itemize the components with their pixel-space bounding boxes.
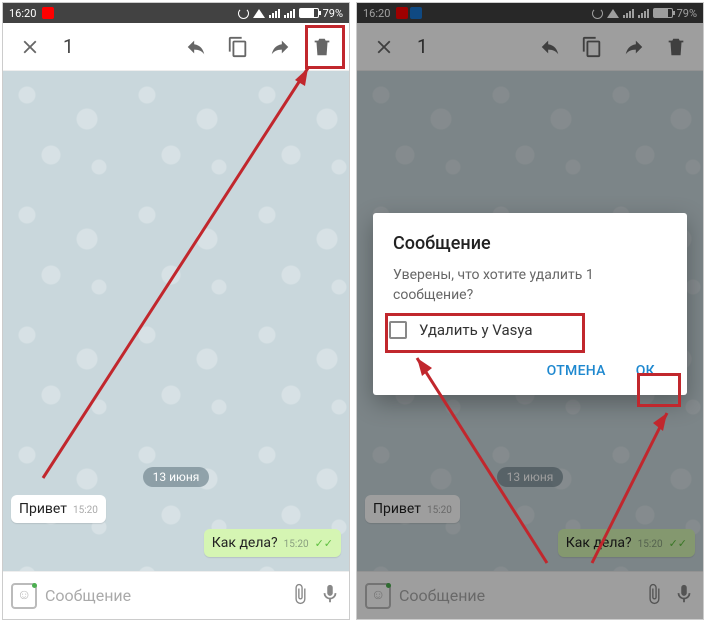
emoji-button[interactable] <box>11 583 37 609</box>
delete-for-other-row[interactable]: Удалить у Vasya <box>389 321 667 339</box>
selection-count: 1 <box>63 35 173 58</box>
message-time: 15:20 <box>73 505 98 516</box>
copy-button[interactable] <box>219 28 257 66</box>
mic-button[interactable] <box>319 583 341 609</box>
date-badge: 13 июня <box>143 467 210 487</box>
reply-icon <box>185 36 207 58</box>
delete-confirm-dialog: Сообщение Уверены, что хотите удалить 1 … <box>373 213 687 395</box>
battery-icon <box>299 8 319 18</box>
dialog-title: Сообщение <box>393 233 667 254</box>
close-button[interactable] <box>11 28 49 66</box>
forward-icon <box>269 36 291 58</box>
signal-icon-2 <box>284 9 295 18</box>
ok-button[interactable]: ОК <box>624 355 667 387</box>
message-text: Как дела? <box>212 535 278 551</box>
message-input[interactable]: Сообщение <box>45 586 281 605</box>
sync-icon <box>238 8 249 19</box>
wifi-icon <box>253 9 265 18</box>
attach-button[interactable] <box>289 583 311 609</box>
paperclip-icon <box>289 583 311 605</box>
message-time: 15:20 <box>284 539 309 550</box>
checkbox-icon[interactable] <box>389 321 407 339</box>
status-bar: 16:20 79% <box>3 3 349 23</box>
selection-appbar: 1 <box>3 23 349 71</box>
chat-area[interactable]: 13 июня Привет 15:20 Как дела? 15:20 ✓✓ <box>3 71 349 571</box>
trash-icon <box>311 36 333 58</box>
signal-icon <box>269 9 280 18</box>
copy-icon <box>227 36 249 58</box>
battery-percent: 79% <box>323 7 343 20</box>
screen-2: 16:20 79% 1 13 июня Привет 15:20 <box>356 2 704 620</box>
message-input-bar: Сообщение <box>3 571 349 619</box>
cancel-button[interactable]: ОТМЕНА <box>535 355 618 387</box>
reply-button[interactable] <box>177 28 215 66</box>
read-checks-icon: ✓✓ <box>315 537 333 550</box>
message-incoming[interactable]: Привет 15:20 <box>11 495 106 523</box>
mic-icon <box>319 583 341 605</box>
screen-1: 16:20 79% 1 13 июня <box>2 2 350 620</box>
delete-button[interactable] <box>303 28 341 66</box>
message-outgoing[interactable]: Как дела? 15:20 ✓✓ <box>204 529 341 557</box>
close-icon <box>19 36 41 58</box>
status-app-icon <box>42 7 54 19</box>
message-text: Привет <box>19 501 67 517</box>
forward-button[interactable] <box>261 28 299 66</box>
dialog-body: Уверены, что хотите удалить 1 сообщение? <box>393 266 667 305</box>
status-time: 16:20 <box>9 7 36 20</box>
checkbox-label: Удалить у Vasya <box>419 321 533 339</box>
